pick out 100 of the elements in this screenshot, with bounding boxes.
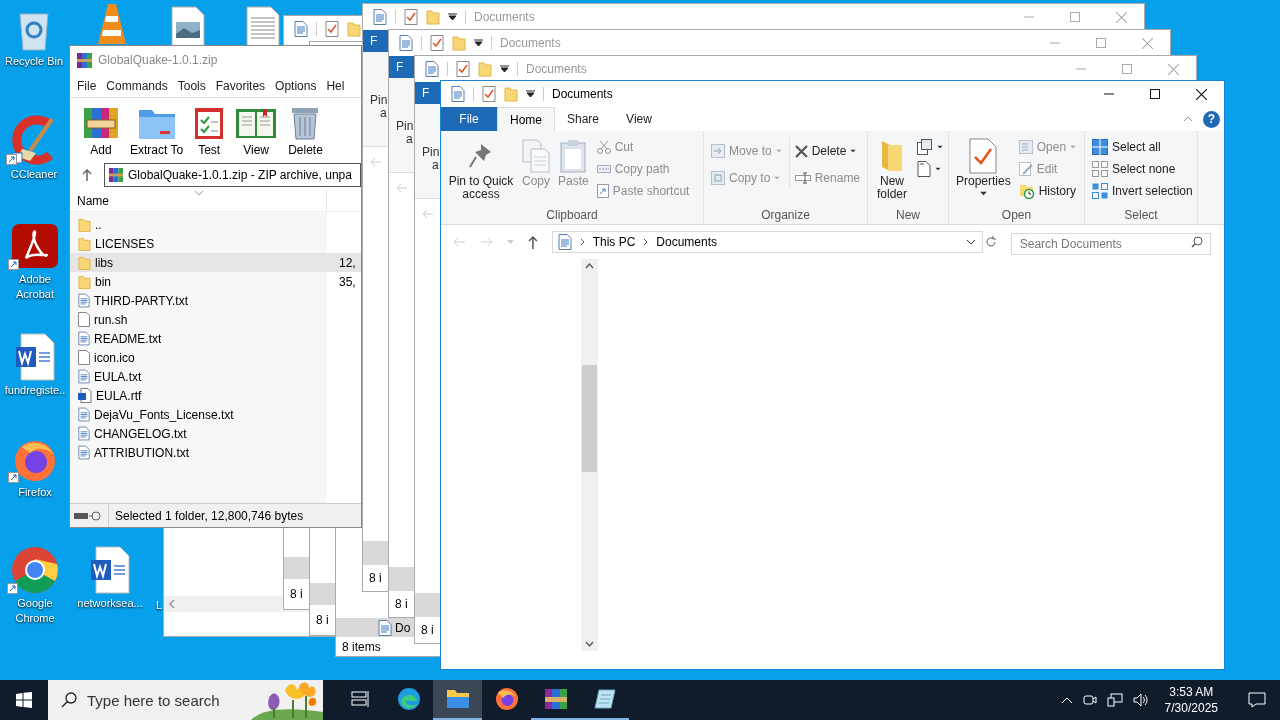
file-row[interactable]: ATTRIBUTION.txt — [70, 443, 361, 462]
properties-icon[interactable] — [482, 86, 496, 102]
ribbon-button[interactable]: Delete — [791, 141, 864, 161]
toolbar-button[interactable]: Delete — [288, 106, 323, 157]
customize-caret-icon[interactable] — [474, 39, 483, 47]
item-count: 8 i — [290, 586, 303, 603]
dropdown-caret-icon[interactable] — [965, 239, 976, 245]
close-icon — [1141, 37, 1153, 49]
file-row[interactable]: DejaVu_Fonts_License.txt — [70, 405, 361, 424]
file-row[interactable]: libs 12, — [70, 253, 361, 272]
copy-icon — [522, 139, 550, 173]
breadcrumb-item[interactable]: Documents — [656, 233, 717, 251]
customize-caret-icon[interactable] — [526, 90, 535, 98]
chevron-icon[interactable] — [579, 238, 585, 246]
properties-icon[interactable] — [430, 35, 444, 51]
file-row[interactable]: .. — [70, 215, 361, 234]
scroll-down-icon[interactable] — [585, 641, 594, 647]
window-title: Documents — [552, 86, 613, 103]
refresh-icon[interactable] — [984, 236, 997, 248]
customize-caret-icon[interactable] — [448, 13, 457, 21]
text-file-icon — [78, 445, 90, 460]
document-icon — [557, 234, 572, 250]
file-row[interactable]: THIRD-PARTY.txt — [70, 291, 361, 310]
properties-icon[interactable] — [325, 21, 339, 37]
taskbar-app-button[interactable] — [433, 680, 482, 720]
task-view-icon — [350, 691, 369, 707]
toolbar-button[interactable]: Test — [194, 106, 225, 157]
properties-icon[interactable] — [456, 61, 470, 77]
menu-item[interactable]: Commands — [106, 76, 168, 95]
file-row[interactable]: EULA.rtf — [70, 386, 361, 405]
up-arrow-icon[interactable] — [527, 235, 538, 249]
checklist-icon — [194, 106, 225, 140]
document-icon — [378, 619, 392, 636]
file-row[interactable]: LICENSES — [70, 234, 361, 253]
pin-icon — [469, 142, 493, 170]
network-icon[interactable] — [1106, 693, 1123, 707]
collapse-ribbon-icon[interactable] — [1183, 116, 1193, 122]
clock[interactable]: 3:53 AM 7/30/2025 — [1158, 684, 1224, 716]
camera-icon[interactable] — [1082, 693, 1097, 707]
up-arrow-icon[interactable] — [82, 169, 92, 181]
menu-item[interactable]: Hel — [326, 76, 345, 95]
menu-item[interactable]: Favorites — [215, 76, 266, 95]
file-row[interactable]: README.txt — [70, 329, 361, 348]
file-row[interactable]: bin 35, — [70, 272, 361, 291]
toolbar-button[interactable]: View — [235, 106, 278, 157]
file-row[interactable]: CHANGELOG.txt — [70, 424, 361, 443]
column-header[interactable]: Name — [70, 190, 327, 211]
document-icon — [451, 86, 465, 102]
scrollbar[interactable] — [581, 259, 598, 651]
scroll-left-icon[interactable] — [168, 599, 176, 609]
close-icon — [1195, 88, 1207, 100]
folder-icon — [78, 216, 91, 233]
folder-icon — [78, 254, 91, 271]
item-count: 8 i — [369, 570, 382, 587]
books-icon — [83, 106, 119, 140]
ribbon-tab[interactable]: View — [611, 107, 667, 131]
ribbon-button[interactable]: Properties — [953, 137, 1014, 196]
file-row[interactable]: run.sh — [70, 310, 361, 329]
blank-file-icon — [78, 312, 90, 327]
file-row[interactable]: Do — [336, 618, 415, 637]
menu-item[interactable]: Tools — [177, 76, 206, 95]
properties-icon[interactable] — [404, 9, 418, 25]
group-label: Organize — [761, 207, 810, 224]
ribbon-button[interactable]: History — [1015, 181, 1080, 201]
file-row[interactable]: EULA.txt — [70, 367, 361, 386]
search-field[interactable]: Search Documents — [1010, 233, 1211, 255]
notifications-icon[interactable] — [1248, 692, 1266, 708]
help-button[interactable]: ? — [1203, 110, 1220, 128]
speaker-icon[interactable] — [1132, 693, 1149, 707]
menu-item[interactable]: File — [77, 76, 97, 95]
scrollbar-thumb[interactable] — [582, 365, 597, 472]
easy-access-icon — [917, 161, 931, 177]
taskbar-search-field[interactable]: Type here to search — [48, 680, 251, 720]
ribbon-button[interactable]: New folder — [872, 137, 912, 201]
chevron-icon[interactable] — [643, 238, 649, 246]
breadcrumb-item[interactable]: This PC — [592, 233, 636, 251]
ribbon-tab[interactable]: Share — [555, 107, 611, 131]
customize-caret-icon[interactable] — [500, 65, 509, 73]
ribbon-label: Pin — [422, 146, 441, 159]
ribbon-tab[interactable]: Home — [497, 107, 555, 131]
ribbon-button[interactable]: Invert selection — [1089, 181, 1196, 201]
notepad-icon — [592, 687, 617, 711]
menu-item[interactable]: Options — [275, 76, 317, 95]
ribbon-button[interactable]: Select all — [1089, 137, 1196, 157]
show-hidden-icons-icon[interactable] — [1060, 696, 1073, 704]
address-bar[interactable]: This PC Documents — [551, 231, 983, 253]
text-file-icon — [78, 426, 90, 441]
ribbon-button[interactable]: Select none — [1089, 159, 1196, 179]
ribbon-button[interactable]: Pin to Quick access — [445, 137, 517, 201]
toolbar-button[interactable]: Add — [83, 106, 119, 157]
properties-icon — [969, 138, 998, 174]
document-icon — [294, 21, 308, 37]
toolbar-button[interactable]: Extract To — [130, 106, 184, 157]
path-field[interactable]: GlobalQuake-1.0.1.zip - ZIP archive, unpa — [104, 163, 361, 187]
ribbon-tab[interactable]: File — [441, 107, 497, 131]
group-label: Clipboard — [546, 207, 598, 224]
size-cell-text: 12, — [339, 254, 356, 272]
file-row[interactable]: icon.ico — [70, 348, 361, 367]
scroll-up-icon[interactable] — [585, 263, 594, 269]
selected-row[interactable] — [415, 593, 441, 617]
